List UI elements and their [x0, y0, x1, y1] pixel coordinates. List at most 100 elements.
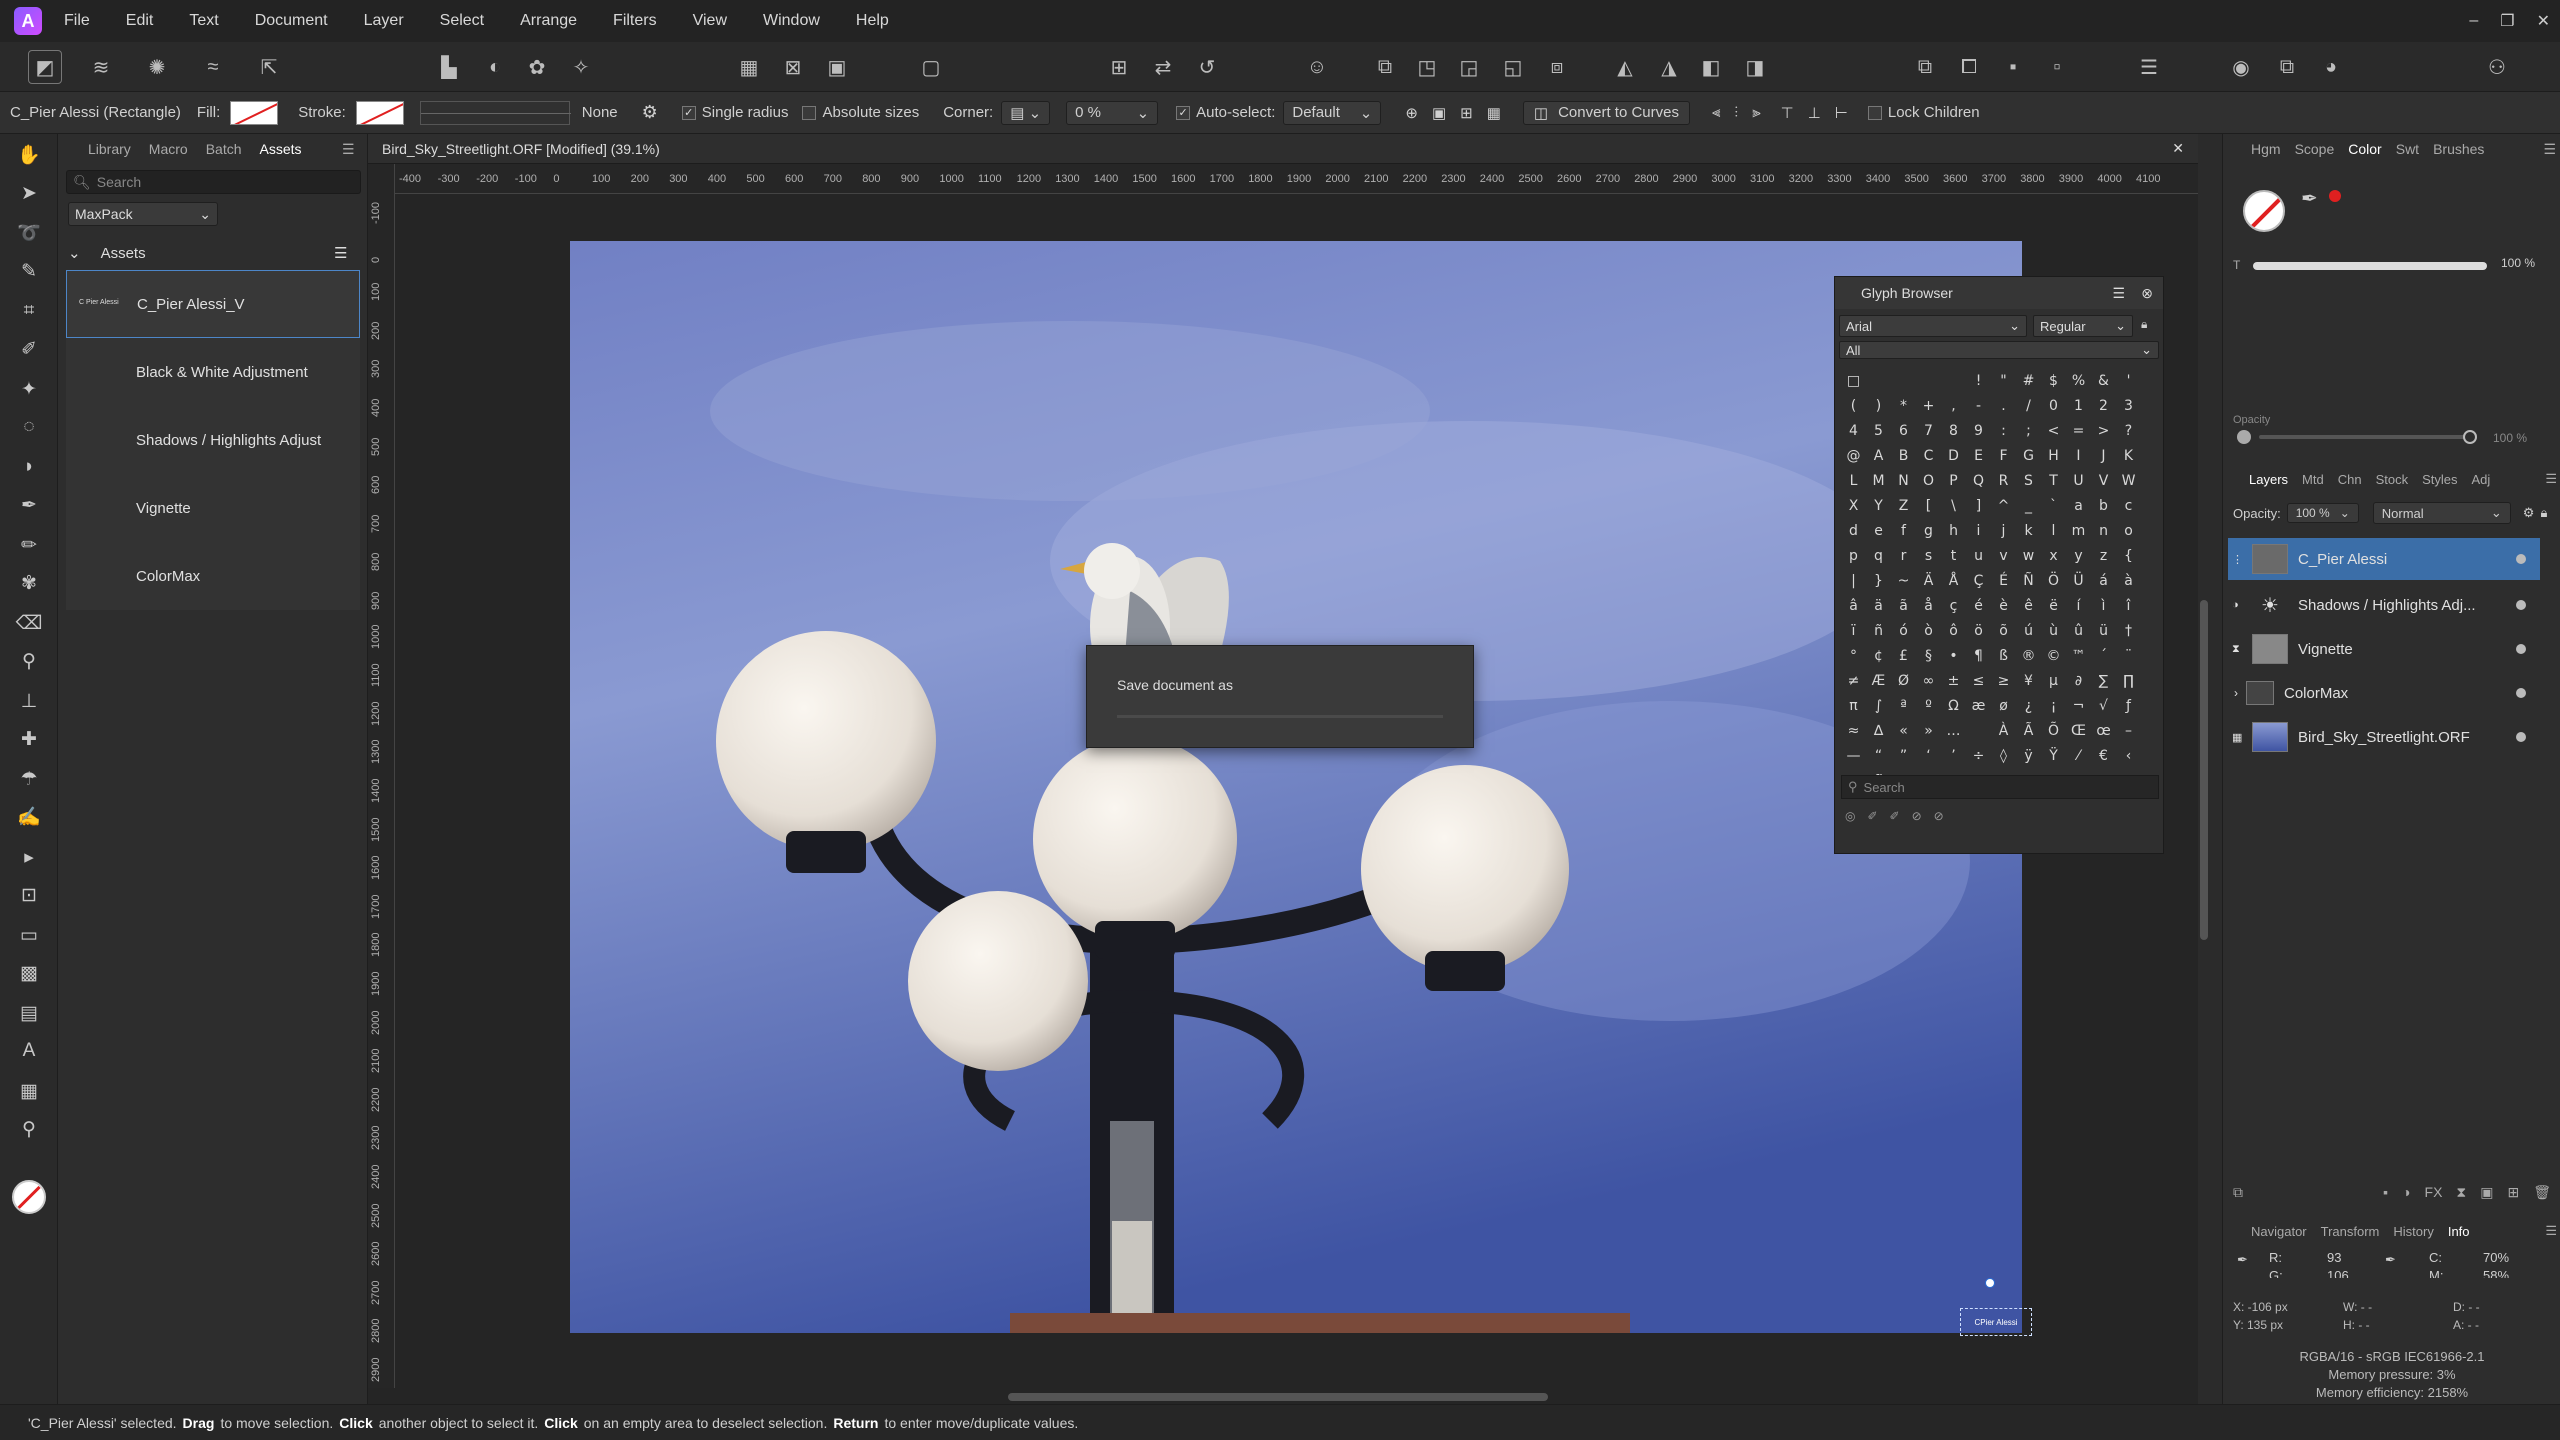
menu-filters[interactable]: Filters — [613, 12, 657, 30]
vertical-scrollbar[interactable] — [2200, 600, 2208, 940]
asset-item[interactable]: Shadows / Highlights Adjust — [66, 406, 360, 474]
watermark-selection[interactable]: CPier Alessi — [1960, 1308, 2032, 1336]
glyph-search-input[interactable]: ⚲ Search — [1841, 775, 2159, 799]
tab-styles[interactable]: Styles — [2422, 472, 2457, 487]
transparency-slider[interactable] — [2253, 262, 2487, 270]
glyph-cell[interactable]: > — [2091, 419, 2116, 444]
tab-macro[interactable]: Macro — [149, 141, 188, 157]
export-persona-icon[interactable]: ⇱ — [252, 50, 286, 84]
glyph-cell[interactable]: á — [2091, 569, 2116, 594]
glyph-cell[interactable]: ` — [2041, 494, 2066, 519]
glyph-cell[interactable]: ∂ — [2066, 669, 2091, 694]
glyph-cell[interactable]: √ — [2091, 694, 2116, 719]
glyph-cell[interactable]: ù — [2041, 619, 2066, 644]
glyph-cell[interactable]: . — [1991, 394, 2016, 419]
glyph-cell[interactable]: ! — [1966, 369, 1991, 394]
glyph-cell[interactable]: ◊ — [1991, 744, 2016, 769]
glyph-cell[interactable] — [1916, 369, 1941, 394]
clip-icon[interactable]: ▫ — [2040, 50, 2074, 84]
glyph-cell[interactable]: l — [2041, 519, 2066, 544]
auto-colors-icon[interactable]: ✿ — [520, 50, 554, 84]
glyph-cell[interactable]: U — [2066, 469, 2091, 494]
glyph-cell[interactable]: ÿ — [2016, 744, 2041, 769]
mask-layer-icon[interactable]: ▪ — [2383, 1184, 2388, 1208]
boolean-icon[interactable]: ⧈ — [1540, 50, 1574, 84]
erase-tool-icon[interactable]: ⌫ — [14, 608, 44, 638]
glyph-cell[interactable]: µ — [2041, 669, 2066, 694]
glyph-cell[interactable]: Ñ — [2016, 569, 2041, 594]
single-radius-checkbox[interactable]: ✓ — [681, 106, 696, 121]
close-document-icon[interactable]: ✕ — [2172, 140, 2184, 157]
glyph-cell[interactable]: œ — [2091, 719, 2116, 744]
glyph-cell[interactable]: Ω — [1941, 694, 1966, 719]
glyph-cell[interactable]: ã — [1891, 594, 1916, 619]
glyph-cell[interactable]: Ø — [1891, 669, 1916, 694]
glyph-cell[interactable]: ø — [1991, 694, 2016, 719]
menu-edit[interactable]: Edit — [126, 12, 154, 30]
deselect-icon[interactable]: ⊠ — [776, 50, 810, 84]
rotate-left-icon[interactable]: ◧ — [1694, 50, 1728, 84]
section-menu-icon[interactable]: ☰ — [334, 244, 347, 262]
glyph-cell[interactable]: k — [2016, 519, 2041, 544]
glyph-cell[interactable]: à — [2116, 569, 2141, 594]
asset-item[interactable]: Vignette — [66, 474, 360, 542]
selection-brush-icon[interactable]: ✐ — [14, 334, 44, 364]
glyph-cell[interactable]: " — [1991, 369, 2016, 394]
flip-horizontal-icon[interactable]: ◭ — [1608, 50, 1642, 84]
convert-to-curves-button[interactable]: ◫ Convert to Curves — [1522, 100, 1690, 125]
flood-select-icon[interactable]: ✦ — [14, 374, 44, 404]
glyph-cell[interactable]: N — [1891, 469, 1916, 494]
glyph-cell[interactable]: L — [1841, 469, 1866, 494]
glyph-cell[interactable]: a — [2066, 494, 2091, 519]
layer-opacity-field[interactable]: 100 % ⌄ — [2286, 503, 2359, 523]
glyph-style-dropdown[interactable]: Regular ⌄ — [2033, 315, 2133, 337]
glyph-cell[interactable]: A — [1866, 444, 1891, 469]
glyph-cell[interactable]: ä — [1866, 594, 1891, 619]
glyph-cell[interactable]: e — [1866, 519, 1891, 544]
glyph-cell[interactable]: æ — [1966, 694, 1991, 719]
studio-preset-icon[interactable]: ⧉ — [2270, 50, 2304, 84]
glyph-cell[interactable]: © — [2041, 644, 2066, 669]
tab-brushes[interactable]: Brushes — [2433, 141, 2484, 157]
glyph-cell[interactable]: Ÿ — [2041, 744, 2066, 769]
spray-tool-icon[interactable]: ✾ — [14, 568, 44, 598]
glyph-cell[interactable]: ( — [1841, 394, 1866, 419]
glyph-cell[interactable]: O — [1916, 469, 1941, 494]
glyph-cell[interactable]: - — [1966, 394, 1991, 419]
tab-adjustments[interactable]: Adj — [2471, 472, 2490, 487]
glyph-cell[interactable] — [1891, 369, 1916, 394]
glyph-cell[interactable]: É — [1991, 569, 2016, 594]
stroke-settings-icon[interactable]: ⚙ — [642, 102, 658, 123]
arrange-front-icon[interactable]: ⧉ — [1368, 50, 1402, 84]
menu-window[interactable]: Window — [763, 12, 820, 30]
glyph-cell[interactable]: = — [2066, 419, 2091, 444]
glyph-cell[interactable]: Ç — [1966, 569, 1991, 594]
auto-select-checkbox[interactable]: ✓ — [1176, 106, 1191, 121]
tab-scope[interactable]: Scope — [2295, 141, 2335, 157]
grid-snap-icon[interactable]: ▦ — [1487, 104, 1501, 122]
align-vertical-icon[interactable]: ⊤⊥⊢ — [1781, 104, 1862, 122]
glyph-cell[interactable]: p — [1841, 544, 1866, 569]
pen-tool-icon[interactable]: ▸ — [14, 842, 44, 872]
lasso-tool-icon[interactable]: ➰ — [14, 218, 44, 248]
glyph-cell[interactable]: + — [1916, 394, 1941, 419]
glyph-cell[interactable]: V — [2091, 469, 2116, 494]
glyph-cell[interactable]: ¨ — [2116, 644, 2141, 669]
healing-tool-icon[interactable]: ✚ — [14, 724, 44, 754]
alignment-icon[interactable]: ☰ — [2132, 50, 2166, 84]
glyph-cell[interactable]: I — [2066, 444, 2091, 469]
glyph-cell[interactable]: s — [1916, 544, 1941, 569]
glyph-cell[interactable]: ± — [1941, 669, 1966, 694]
layer-visibility-dot[interactable] — [2516, 554, 2526, 564]
glyph-cell[interactable]: ≈ — [1841, 719, 1866, 744]
glyph-cell[interactable]: Æ — [1866, 669, 1891, 694]
glyph-cell[interactable]: º — [1916, 694, 1941, 719]
glyph-cell[interactable]: ß — [1991, 644, 2016, 669]
zoom-tool-icon[interactable]: ⚲ — [14, 1114, 44, 1144]
eyedropper-icon[interactable]: ✒ — [2301, 186, 2318, 211]
glyph-cell[interactable]: î — [2116, 594, 2141, 619]
glyph-cell[interactable]: ö — [1966, 619, 1991, 644]
glyph-cell[interactable]: † — [2116, 619, 2141, 644]
layer-visibility-dot[interactable] — [2516, 732, 2526, 742]
paint-brush-icon[interactable]: ✒ — [14, 490, 44, 520]
